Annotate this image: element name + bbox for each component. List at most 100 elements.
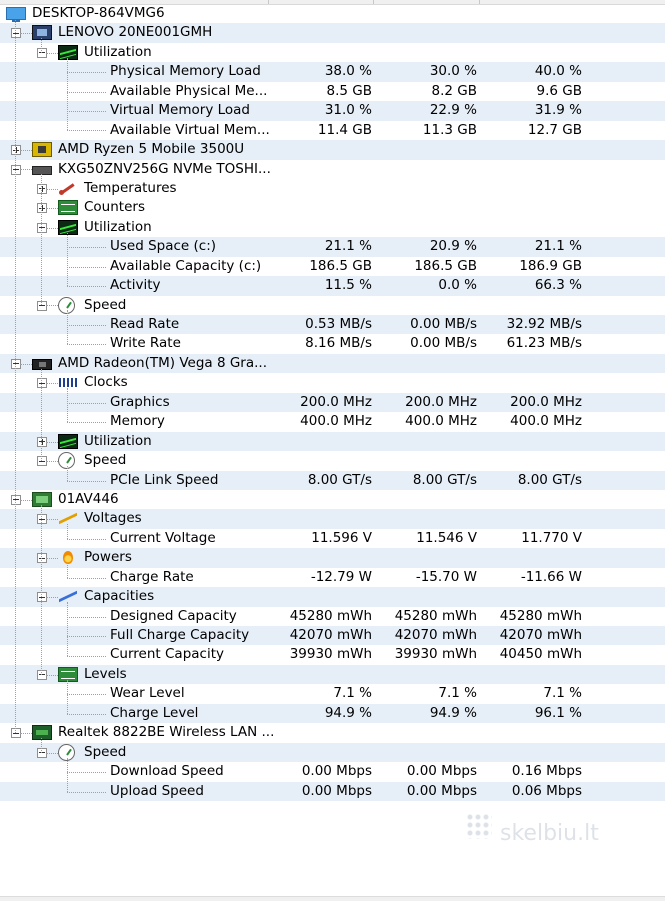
graphics-card-icon <box>32 358 52 370</box>
tree-root-row[interactable]: DESKTOP-864VMG6 <box>0 4 665 23</box>
sensor-name: Designed Capacity <box>110 607 237 624</box>
levels-icon <box>58 666 78 682</box>
sensor-value: 11.4 GB <box>317 121 372 138</box>
sensor-max: 12.7 GB <box>527 121 582 138</box>
tree-line <box>67 772 106 774</box>
sensor-name: Virtual Memory Load <box>110 102 250 119</box>
node-utilization[interactable]: Utilization <box>0 431 665 452</box>
sensor-value: 21.1 % <box>324 238 372 255</box>
tree-line <box>46 227 58 229</box>
sensor-min: 20.9 % <box>429 238 477 255</box>
sensor-value: 38.0 % <box>324 63 372 80</box>
tree-line <box>20 733 32 735</box>
cpu-chip-icon <box>32 142 52 158</box>
tree-line <box>67 130 106 132</box>
node-counters[interactable]: Counters <box>0 198 665 217</box>
tree-line <box>46 519 58 521</box>
sensor-min: 11.3 GB <box>422 121 477 138</box>
node-voltages[interactable]: Voltages <box>0 509 665 529</box>
sensor-min: 400.0 MHz <box>405 413 477 430</box>
node-label: Speed <box>84 452 127 469</box>
sensor-min: 39930 mWh <box>394 646 477 663</box>
node-gpu[interactable]: AMD Radeon(TM) Vega 8 Gra... <box>0 353 665 374</box>
sensor-name: Write Rate <box>110 335 181 352</box>
node-utilization[interactable]: Utilization <box>0 218 665 237</box>
sensor-min: 0.0 % <box>438 277 477 294</box>
sensor-value: 45280 mWh <box>289 607 372 624</box>
tree-line <box>67 616 106 618</box>
tree-line <box>46 597 58 599</box>
tree-line <box>46 52 58 54</box>
utilization-icon <box>58 44 78 60</box>
motherboard-icon <box>32 25 52 41</box>
thermometer-icon <box>58 181 78 196</box>
node-network[interactable]: Realtek 8822BE Wireless LAN ... <box>0 723 665 742</box>
sensor-name: Current Voltage <box>110 529 216 546</box>
node-nvme[interactable]: KXG50ZNV256G NVMe TOSHI... <box>0 160 665 179</box>
horizontal-scrollbar[interactable] <box>0 896 665 901</box>
tree-line <box>67 577 106 579</box>
tree-line <box>67 680 68 714</box>
sensor-max: 42070 mWh <box>499 627 582 643</box>
sensor-max: 8.00 GT/s <box>517 471 582 488</box>
sensor-name: Read Rate <box>110 316 180 332</box>
node-clocks[interactable]: Clocks <box>0 373 665 392</box>
node-temperatures[interactable]: Temperatures <box>0 179 665 198</box>
node-lenovo[interactable]: LENOVO 20NE001GMH <box>0 23 665 43</box>
sensor-name: Download Speed <box>110 763 224 780</box>
node-speed[interactable]: Speed <box>0 451 665 470</box>
tree-line <box>67 266 106 268</box>
sensor-name: PCIe Link Speed <box>110 471 219 488</box>
node-label: KXG50ZNV256G NVMe TOSHI... <box>58 160 271 177</box>
sensor-max: 32.92 MB/s <box>506 316 582 332</box>
tree-line <box>67 422 106 424</box>
node-speed[interactable]: Speed <box>0 296 665 315</box>
tree-line <box>67 524 68 539</box>
node-label: Capacities <box>84 588 155 605</box>
sensor-max: 45280 mWh <box>499 607 582 624</box>
node-label: Utilization <box>84 432 152 449</box>
tree-line <box>67 324 106 326</box>
sensor-name: Available Physical Me... <box>110 82 268 99</box>
node-cpu[interactable]: AMD Ryzen 5 Mobile 3500U <box>0 140 665 160</box>
tree-line <box>67 713 106 715</box>
tree-line <box>20 499 32 501</box>
tree-line <box>67 388 68 423</box>
node-label: Levels <box>84 665 127 682</box>
sensor-max: 31.9 % <box>534 102 582 119</box>
node-utilization[interactable]: Utilization <box>0 43 665 62</box>
node-label: Utilization <box>84 218 152 235</box>
computer-icon <box>6 7 26 22</box>
node-label: Voltages <box>84 510 142 527</box>
node-speed[interactable]: Speed <box>0 742 665 763</box>
sensor-min: 42070 mWh <box>394 627 477 643</box>
node-powers[interactable]: Powers <box>0 548 665 568</box>
sensor-name: Full Charge Capacity <box>110 627 250 643</box>
node-levels[interactable]: Levels <box>0 664 665 685</box>
sensor-max: 11.770 V <box>521 529 582 546</box>
tree-line <box>67 286 106 288</box>
tree-line <box>67 563 68 578</box>
sensor-min: 22.9 % <box>429 102 477 119</box>
sensor-name: Wear Level <box>110 685 185 702</box>
tree-line <box>67 110 106 112</box>
node-battery[interactable]: 01AV446 <box>0 490 665 509</box>
tree-line <box>67 602 68 656</box>
node-capacities[interactable]: Capacities <box>0 587 665 607</box>
sensor-value: 8.5 GB <box>326 82 372 99</box>
sensor-max: 21.1 % <box>534 238 582 255</box>
sensor-value: 0.53 MB/s <box>305 316 372 332</box>
node-label: Powers <box>84 549 132 566</box>
sensor-value: 94.9 % <box>324 704 372 721</box>
tree-line <box>67 232 68 287</box>
sensor-min: 11.546 V <box>416 529 477 546</box>
tree-line <box>67 694 106 696</box>
sensor-value: 8.16 MB/s <box>305 335 372 352</box>
sensor-value: 8.00 GT/s <box>307 471 372 488</box>
tree-line <box>46 675 58 677</box>
clock-icon <box>58 375 78 390</box>
watermark-logo-icon <box>466 813 492 839</box>
sensor-min: 0.00 MB/s <box>410 335 477 352</box>
tree-line <box>67 72 106 74</box>
node-label: LENOVO 20NE001GMH <box>58 24 213 41</box>
